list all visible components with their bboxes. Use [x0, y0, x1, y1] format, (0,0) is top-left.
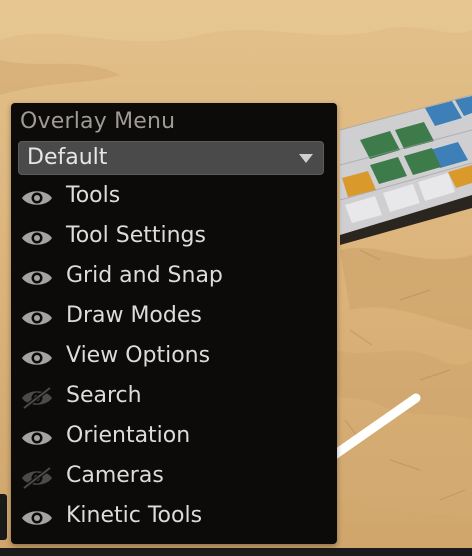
overlay-list: Tools Tool Settings Grid and Snap Draw M… [11, 178, 337, 538]
eye-off-icon[interactable] [20, 466, 54, 490]
overlay-item-draw-modes[interactable]: Draw Modes [11, 298, 337, 338]
preset-value: Default [27, 145, 108, 170]
overlay-item-label: Cameras [66, 463, 164, 488]
overlay-item-search[interactable]: Search [11, 378, 337, 418]
preset-dropdown[interactable]: Default [18, 141, 324, 175]
overlay-item-label: Tool Settings [66, 223, 206, 248]
overlay-menu-title: Overlay Menu [20, 109, 176, 134]
overlay-item-grid-and-snap[interactable]: Grid and Snap [11, 258, 337, 298]
chevron-down-icon [299, 154, 313, 163]
overlay-item-label: Search [66, 383, 142, 408]
overlay-item-label: View Options [66, 343, 211, 368]
overlay-item-view-options[interactable]: View Options [11, 338, 337, 378]
eye-icon[interactable] [20, 306, 54, 330]
side-scrollbar[interactable] [0, 494, 7, 540]
overlay-item-orientation[interactable]: Orientation [11, 418, 337, 458]
eye-icon[interactable] [20, 506, 54, 530]
overlay-item-cameras[interactable]: Cameras [11, 458, 337, 498]
overlay-item-label: Kinetic Tools [66, 503, 203, 528]
eye-icon[interactable] [20, 346, 54, 370]
overlay-item-label: Grid and Snap [66, 263, 223, 288]
overlay-item-tools[interactable]: Tools [11, 178, 337, 218]
overlay-item-kinetic-tools[interactable]: Kinetic Tools [11, 498, 337, 538]
eye-icon[interactable] [20, 226, 54, 250]
overlay-item-label: Orientation [66, 423, 191, 448]
overlay-menu-panel: Overlay Menu Default Tools Tool Settings [11, 103, 337, 544]
eye-off-icon[interactable] [20, 386, 54, 410]
bottom-bar [0, 548, 472, 556]
eye-icon[interactable] [20, 426, 54, 450]
eye-icon[interactable] [20, 186, 54, 210]
overlay-item-label: Draw Modes [66, 303, 202, 328]
overlay-item-tool-settings[interactable]: Tool Settings [11, 218, 337, 258]
overlay-item-label: Tools [66, 183, 121, 208]
eye-icon[interactable] [20, 266, 54, 290]
